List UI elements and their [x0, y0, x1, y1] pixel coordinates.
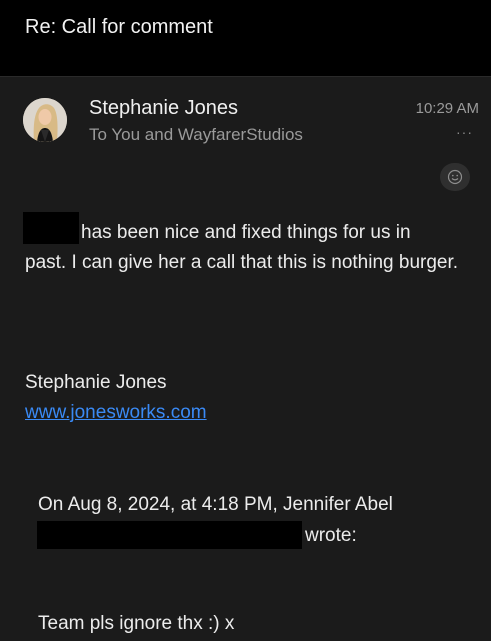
quoted-body: Team pls ignore thx :) x: [38, 613, 235, 634]
signature-link[interactable]: www.jonesworks.com: [25, 402, 207, 424]
body-line-1: has been nice and fixed things for us in: [81, 222, 411, 243]
redaction-block: [23, 212, 79, 244]
smiley-icon: [447, 169, 463, 185]
add-reaction-button[interactable]: [440, 163, 470, 191]
more-options-icon[interactable]: ···: [456, 124, 473, 140]
recipients: To You and WayfarerStudios: [89, 125, 303, 144]
divider: [0, 76, 491, 77]
avatar-photo: [23, 98, 67, 142]
sender-avatar[interactable]: [23, 98, 67, 142]
email-view: Re: Call for comment Stephanie Jones To …: [0, 0, 491, 641]
body-rest: past. I can give her a call that this is…: [25, 252, 459, 273]
quoted-header: On Aug 8, 2024, at 4:18 PM, Jennifer Abe…: [38, 494, 393, 515]
redaction-block: [37, 521, 302, 549]
timestamp: 10:29 AM: [415, 100, 479, 117]
email-body: has been nice and fixed things for us in…: [25, 218, 475, 278]
sender-name: Stephanie Jones: [89, 97, 239, 119]
email-subject: Re: Call for comment: [25, 16, 213, 38]
subject-bar: Re: Call for comment: [0, 0, 491, 76]
signature-name: Stephanie Jones: [25, 372, 167, 393]
quoted-wrote: wrote:: [305, 525, 357, 546]
